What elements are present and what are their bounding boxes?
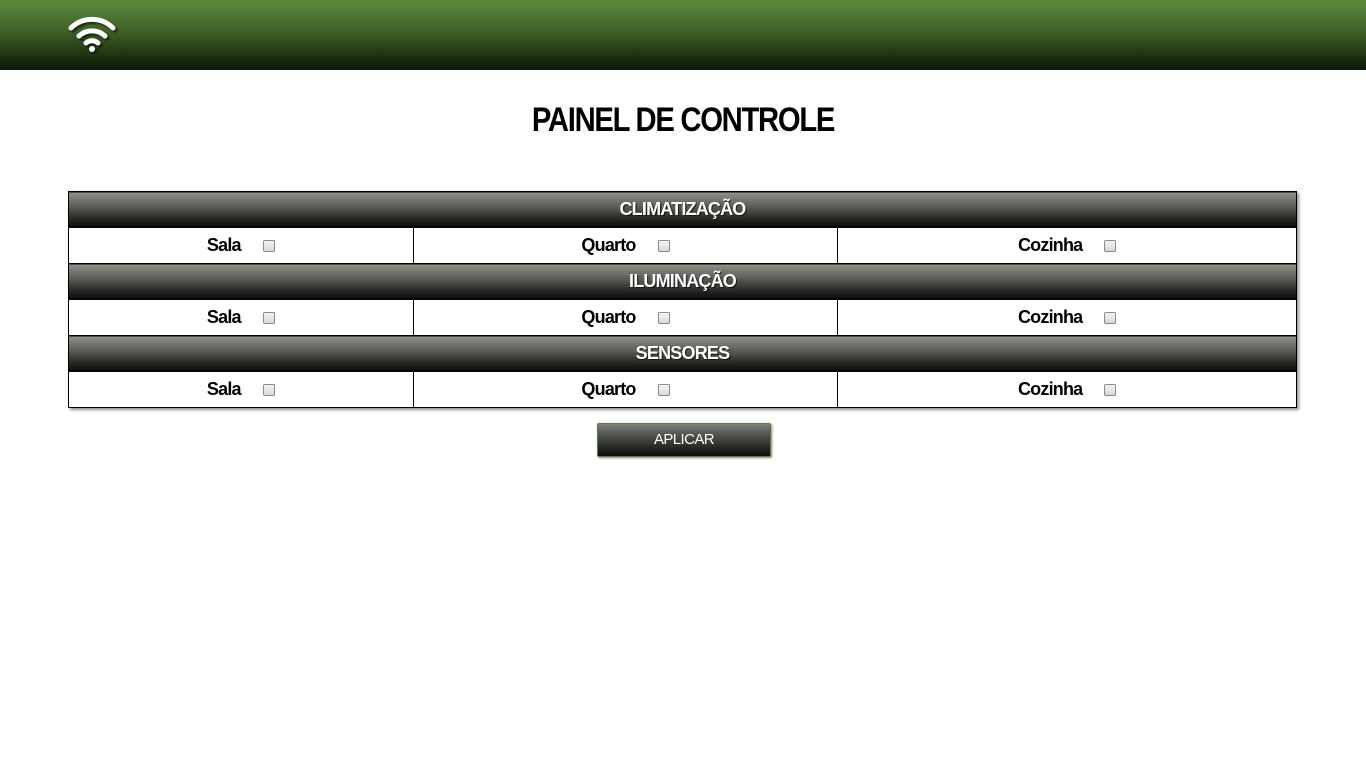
section-header-row: ILUMINAÇÃO: [68, 263, 1297, 300]
page-title: PAINEL DE CONTROLE: [531, 101, 836, 139]
room-label-sala: Sala: [206, 235, 242, 255]
section-title-iluminacao: ILUMINAÇÃO: [68, 263, 1297, 300]
section-row-iluminacao: Sala Quarto Cozinha: [68, 299, 1297, 336]
sensores-cozinha-checkbox[interactable]: [1104, 383, 1117, 396]
room-label-quarto: Quarto: [581, 235, 636, 255]
section-title-sensores: SENSORES: [68, 335, 1297, 372]
room-cell: Quarto: [412, 227, 839, 264]
room-label-cozinha: Cozinha: [1017, 307, 1083, 327]
section-header-row: SENSORES: [68, 335, 1297, 372]
room-label-sala: Sala: [206, 307, 242, 327]
section-row-sensores: Sala Quarto Cozinha: [68, 371, 1297, 408]
climatizacao-sala-checkbox[interactable]: [262, 239, 275, 252]
room-cell: Cozinha: [837, 227, 1297, 264]
room-cell: Sala: [68, 371, 414, 408]
room-cell: Quarto: [412, 371, 839, 408]
wifi-icon: [68, 16, 116, 52]
top-bar: [0, 0, 1366, 70]
room-cell: Sala: [68, 299, 414, 336]
iluminacao-cozinha-checkbox[interactable]: [1104, 311, 1117, 324]
room-cell: Sala: [68, 227, 414, 264]
sensores-quarto-checkbox[interactable]: [657, 383, 670, 396]
apply-button[interactable]: APLICAR: [597, 423, 771, 457]
control-panel-table: CLIMATIZAÇÃO Sala Quarto Cozinha ILUMINA…: [68, 191, 1297, 408]
section-header-row: CLIMATIZAÇÃO: [68, 191, 1297, 228]
room-cell: Cozinha: [837, 371, 1297, 408]
climatizacao-quarto-checkbox[interactable]: [657, 239, 670, 252]
room-cell: Quarto: [412, 299, 839, 336]
room-label-cozinha: Cozinha: [1017, 379, 1083, 399]
room-label-quarto: Quarto: [581, 307, 636, 327]
sensores-sala-checkbox[interactable]: [262, 383, 275, 396]
section-row-climatizacao: Sala Quarto Cozinha: [68, 227, 1297, 264]
section-title-climatizacao: CLIMATIZAÇÃO: [68, 191, 1297, 228]
room-label-quarto: Quarto: [581, 379, 636, 399]
room-label-cozinha: Cozinha: [1017, 235, 1083, 255]
room-label-sala: Sala: [206, 379, 242, 399]
room-cell: Cozinha: [837, 299, 1297, 336]
iluminacao-sala-checkbox[interactable]: [262, 311, 275, 324]
climatizacao-cozinha-checkbox[interactable]: [1104, 239, 1117, 252]
iluminacao-quarto-checkbox[interactable]: [657, 311, 670, 324]
